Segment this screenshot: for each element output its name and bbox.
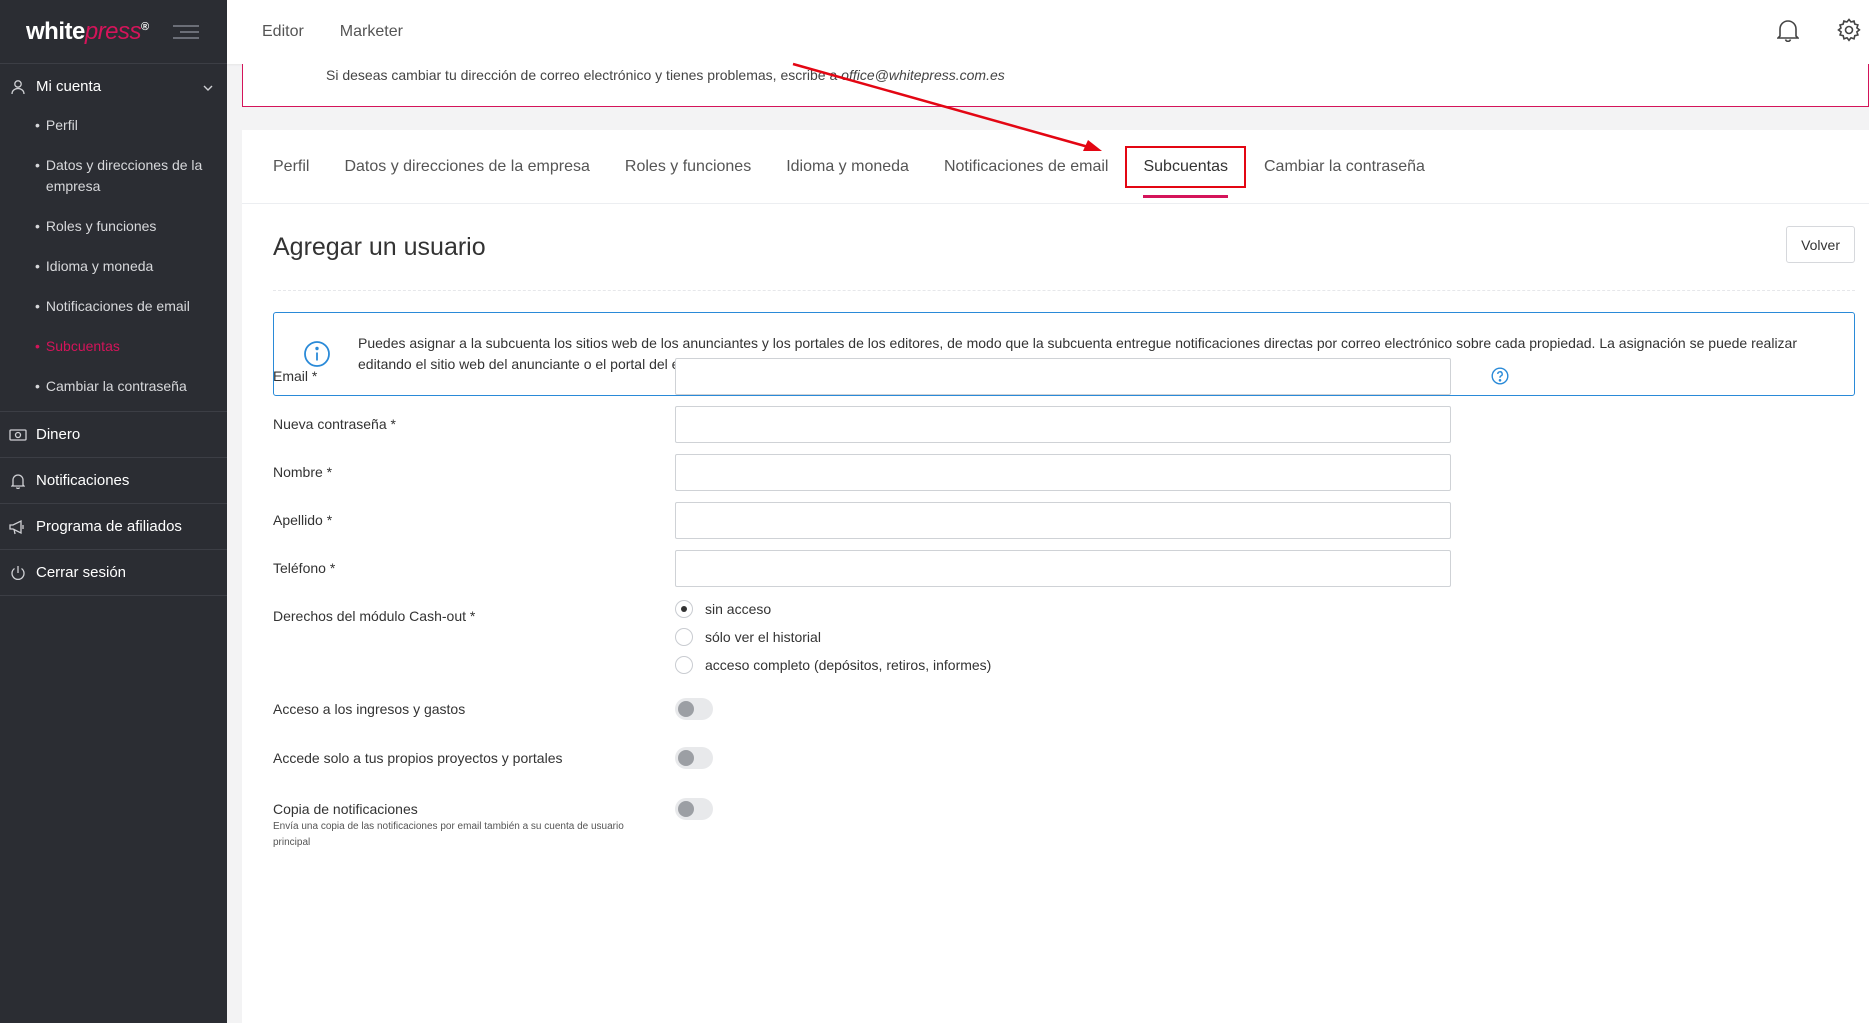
sidebar-item-account[interactable]: Mi cuenta: [0, 64, 227, 109]
radio-checked-icon: [675, 600, 693, 618]
radio-view-history[interactable]: sólo ver el historial: [675, 628, 991, 646]
password-label: Nueva contraseña *: [273, 416, 396, 432]
tab-language[interactable]: Idioma y moneda: [786, 158, 909, 176]
whitepress-logo[interactable]: whitepress®: [26, 18, 149, 46]
help-icon[interactable]: [1491, 367, 1509, 395]
menu-toggle-icon[interactable]: [172, 24, 199, 39]
tab-label: Subcuentas: [1143, 157, 1228, 175]
sidebar-subitem-company-data[interactable]: • Datos y direcciones de la empresa: [0, 155, 227, 197]
gear-icon[interactable]: [1837, 17, 1861, 47]
nav-section-logout: Cerrar sesión: [0, 550, 227, 596]
cashout-label: Derechos del módulo Cash-out *: [273, 608, 476, 624]
password-field[interactable]: [675, 406, 1451, 443]
power-icon: [9, 564, 27, 582]
sidebar-item-label: Mi cuenta: [36, 78, 102, 95]
nav-section-notifications: Notificaciones: [0, 458, 227, 504]
radio-unchecked-icon: [675, 656, 693, 674]
active-tab-underline: [1143, 194, 1228, 198]
tab-email-notifications[interactable]: Notificaciones de email: [944, 158, 1109, 176]
sidebar-subitem-email-notifications[interactable]: • Notificaciones de email: [0, 296, 227, 317]
account-tabs: Perfil Datos y direcciones de la empresa…: [242, 130, 1869, 204]
email-change-notice: Si deseas cambiar tu dirección de correo…: [242, 64, 1869, 107]
row-own-projects: Accede solo a tus propios proyectos y po…: [273, 747, 1855, 769]
back-button[interactable]: Volver: [1786, 226, 1855, 263]
money-icon: [9, 426, 27, 444]
sidebar-item-label: Notificaciones: [36, 472, 130, 489]
name-field[interactable]: [675, 454, 1451, 491]
sidebar-subitem-language[interactable]: • Idioma y moneda: [0, 256, 227, 277]
income-access-toggle[interactable]: [675, 698, 713, 720]
sidebar-item-label: Dinero: [36, 426, 81, 443]
chevron-down-icon: [203, 78, 213, 95]
sidebar-item-label: Programa de afiliados: [36, 518, 182, 535]
copy-notifications-label: Copia de notificaciones Envía una copia …: [273, 796, 675, 851]
notice-email-link[interactable]: office@whitepress.com.es: [841, 67, 1005, 83]
row-name: Nombre *: [273, 454, 1855, 491]
sidebar-subitem-perfil[interactable]: • Perfil: [0, 115, 227, 136]
row-phone: Teléfono *: [273, 550, 1855, 587]
sidebar-item-money[interactable]: Dinero: [0, 412, 227, 457]
tab-perfil[interactable]: Perfil: [273, 158, 309, 176]
radio-no-access[interactable]: sin acceso: [675, 600, 991, 618]
topbar-icons: [1776, 17, 1861, 47]
radio-unchecked-icon: [675, 628, 693, 646]
phone-label: Teléfono *: [273, 560, 336, 576]
row-cashout: Derechos del módulo Cash-out * sin acces…: [273, 598, 1855, 674]
sidebar-item-notifications[interactable]: Notificaciones: [0, 458, 227, 503]
sidebar-item-logout[interactable]: Cerrar sesión: [0, 550, 227, 595]
tab-roles[interactable]: Roles y funciones: [625, 158, 751, 176]
email-label: Email *: [273, 368, 318, 384]
nav-section-affiliates: Programa de afiliados: [0, 504, 227, 550]
account-subnav: • Perfil • Datos y direcciones de la empre…: [0, 109, 227, 411]
name-label: Nombre *: [273, 464, 333, 480]
copy-notifications-hint: Envía una copia de las notificaciones po…: [273, 821, 624, 848]
main-card: Perfil Datos y direcciones de la empresa…: [242, 130, 1869, 1023]
tab-change-password[interactable]: Cambiar la contraseña: [1264, 158, 1425, 176]
tab-subaccounts[interactable]: Subcuentas: [1125, 145, 1246, 198]
topbar: Editor Marketer: [227, 0, 1869, 64]
copy-notifications-toggle[interactable]: [675, 798, 713, 820]
tab-company-data[interactable]: Datos y direcciones de la empresa: [344, 158, 589, 176]
mode-marketer-link[interactable]: Marketer: [340, 23, 403, 41]
nav-section-account: Mi cuenta • Perfil • Datos y direcciones d…: [0, 64, 227, 412]
row-income-access: Acceso a los ingresos y gastos: [273, 698, 1855, 720]
page-title: Agregar un usuario: [273, 233, 486, 261]
nav-section-money: Dinero: [0, 412, 227, 458]
notice-text: Si deseas cambiar tu dirección de correo…: [326, 67, 842, 83]
sidebar-subitem-roles[interactable]: • Roles y funciones: [0, 216, 227, 237]
radio-full-access[interactable]: acceso completo (depósitos, retiros, inf…: [675, 656, 991, 674]
income-access-label: Acceso a los ingresos y gastos: [273, 701, 466, 717]
row-copy-notifications: Copia de notificaciones Envía una copia …: [273, 796, 1855, 851]
own-projects-label: Accede solo a tus propios proyectos y po…: [273, 750, 563, 766]
bell-icon: [9, 472, 27, 490]
logo-bar: whitepress®: [0, 0, 227, 64]
row-email: Email *: [273, 358, 1855, 395]
sidebar-subitem-change-password[interactable]: • Cambiar la contraseña: [0, 376, 227, 397]
sidebar: whitepress® Mi cuenta • Perfil • Datos y d…: [0, 0, 227, 1023]
row-surname: Apellido *: [273, 502, 1855, 539]
megaphone-icon: [9, 518, 27, 536]
surname-label: Apellido *: [273, 512, 333, 528]
cashout-radio-group: sin acceso sólo ver el historial acceso …: [675, 598, 991, 674]
own-projects-toggle[interactable]: [675, 747, 713, 769]
user-icon: [9, 78, 27, 96]
sidebar-subitem-subaccounts[interactable]: • Subcuentas: [0, 336, 227, 357]
email-field[interactable]: [675, 358, 1451, 395]
phone-field[interactable]: [675, 550, 1451, 587]
sidebar-item-affiliates[interactable]: Programa de afiliados: [0, 504, 227, 549]
bell-icon[interactable]: [1776, 18, 1800, 47]
row-password: Nueva contraseña *: [273, 406, 1855, 443]
surname-field[interactable]: [675, 502, 1451, 539]
sidebar-item-label: Cerrar sesión: [36, 564, 127, 581]
mode-editor-link[interactable]: Editor: [262, 23, 304, 41]
page-header: Agregar un usuario Volver: [273, 226, 1855, 291]
